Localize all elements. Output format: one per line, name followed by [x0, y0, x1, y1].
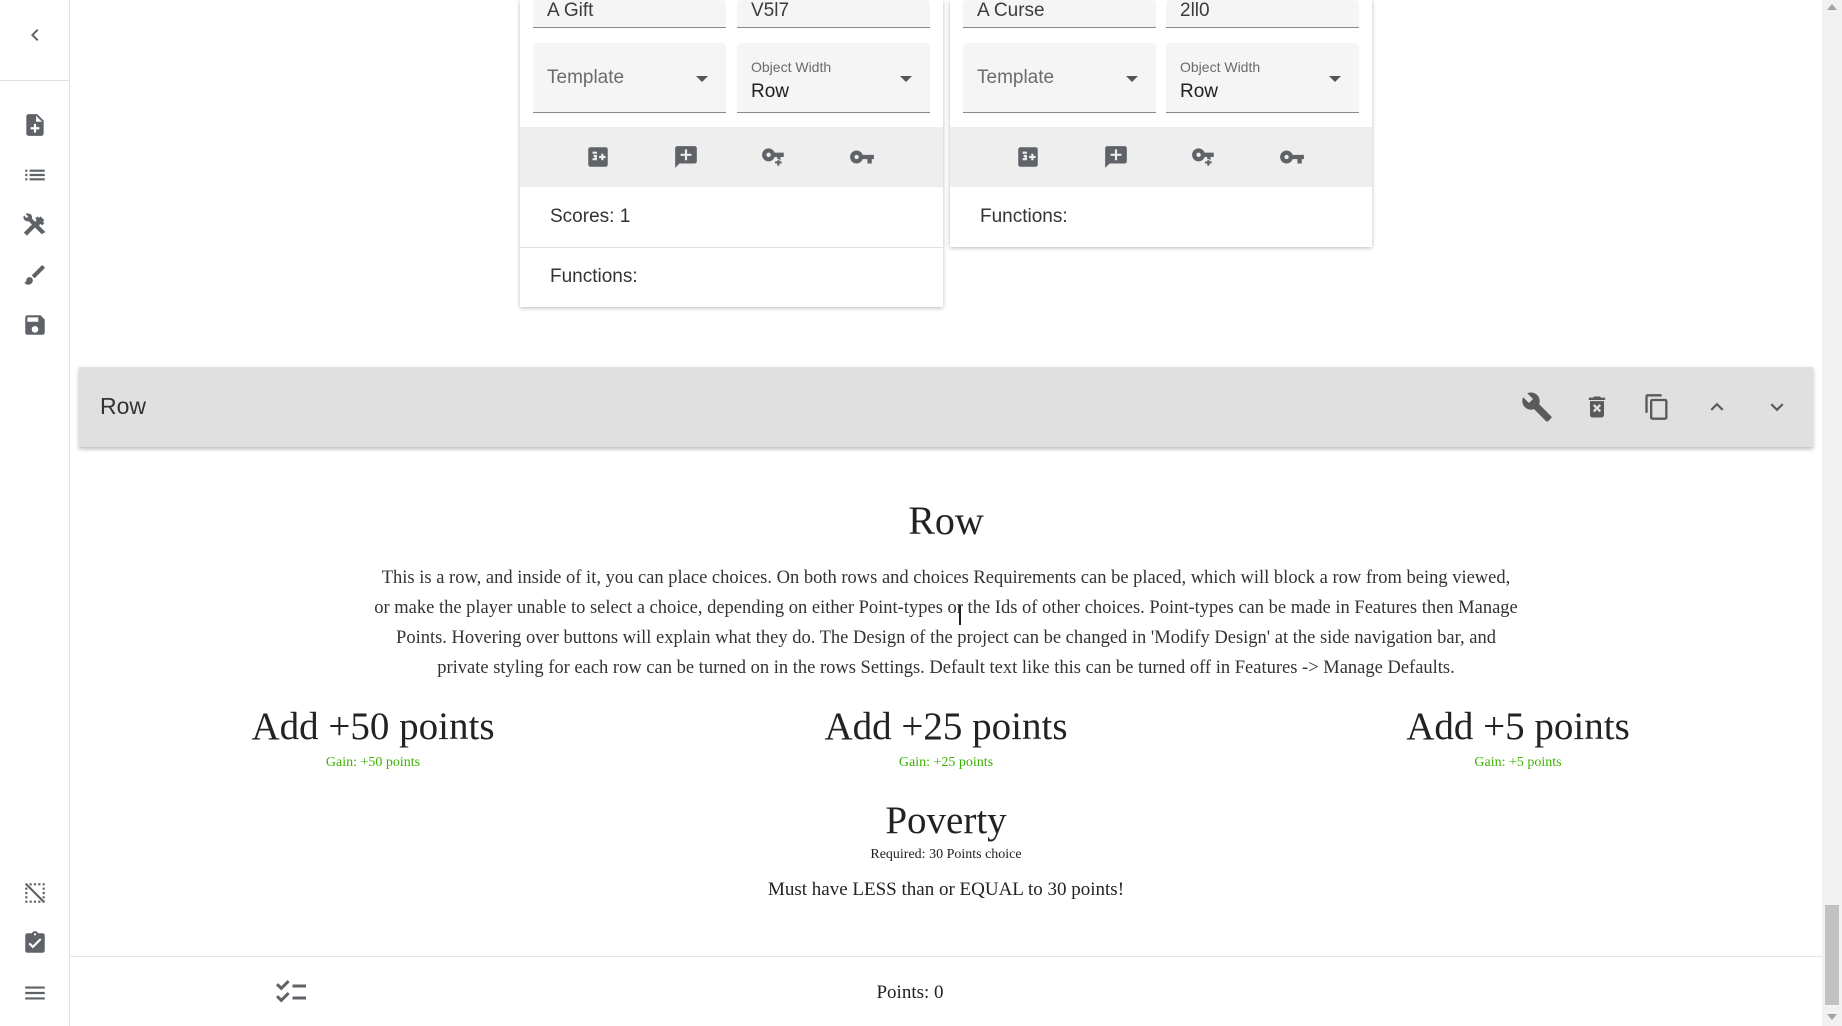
key-icon[interactable] [1275, 140, 1309, 174]
scores-summary: Scores: 1 [550, 206, 631, 227]
choice-gain: Gain: +50 points [325, 755, 421, 770]
choice-toolbar [520, 127, 943, 187]
clipboard-icon[interactable] [17, 925, 53, 961]
save-icon[interactable] [17, 307, 53, 343]
add-key-icon[interactable] [1187, 140, 1221, 174]
choice-poverty[interactable]: Poverty Required: 30 Points choice Must … [686, 798, 1206, 901]
scroll-down-arrow[interactable] [1827, 1014, 1837, 1020]
choice-title: Add +25 points [824, 705, 1068, 748]
row-description: This is a row, and inside of it, you can… [0, 563, 1842, 683]
template-select[interactable]: Template [963, 43, 1156, 113]
add-score-icon[interactable] [1011, 140, 1045, 174]
choice-requirement: Required: 30 Points choice [870, 847, 1022, 862]
row-heading: Row [908, 498, 984, 543]
row-description-line: private styling for each row can be turn… [437, 658, 1455, 678]
points-counter: Points: 0 [876, 982, 944, 1003]
tools-icon[interactable] [17, 207, 53, 243]
add-comment-icon[interactable] [1099, 140, 1133, 174]
dropdown-arrow-icon [696, 76, 708, 82]
row-description-line: This is a row, and inside of it, you can… [381, 568, 1511, 588]
sidebar-divider [0, 80, 70, 81]
choice-title-value: A Gift [547, 0, 594, 21]
template-placeholder: Template [547, 67, 625, 88]
row-header-bar: Row [79, 367, 1813, 447]
grid-off-icon[interactable] [17, 875, 53, 911]
chevron-down-icon[interactable] [1758, 388, 1796, 426]
delete-icon[interactable] [1578, 388, 1616, 426]
object-width-select[interactable]: Object Width Row [737, 43, 930, 113]
add-score-icon[interactable] [581, 140, 615, 174]
object-width-value: Row [751, 81, 790, 102]
points-bar: Points: 0 [70, 956, 1822, 1026]
choice-title-value: A Curse [977, 0, 1045, 21]
choice-id-field[interactable]: V5l7 [737, 0, 930, 28]
choice-title-field[interactable]: A Gift [533, 0, 726, 28]
choice-title: Poverty [885, 799, 1007, 842]
copy-icon[interactable] [1638, 388, 1676, 426]
choice-id-value: 2ll0 [1180, 0, 1210, 21]
row-description-line: or make the player unable to select a ch… [374, 598, 1518, 618]
choice-add-50[interactable]: Add +50 points Gain: +50 points [113, 704, 633, 771]
choice-id-value: V5l7 [751, 0, 790, 21]
add-comment-icon[interactable] [669, 140, 703, 174]
choice-add-25[interactable]: Add +25 points Gain: +25 points [686, 704, 1206, 771]
chevron-left-icon[interactable] [17, 17, 53, 53]
chevron-up-icon[interactable] [1698, 388, 1736, 426]
dropdown-arrow-icon [1126, 76, 1138, 82]
template-placeholder: Template [977, 67, 1055, 88]
key-icon[interactable] [845, 140, 879, 174]
choice-card-curse: A Curse 2ll0 Template Object Width Row F… [950, 0, 1372, 247]
choice-gain: Gain: +25 points [898, 755, 994, 770]
wrench-icon[interactable] [1518, 388, 1556, 426]
choice-text: Must have LESS than or EQUAL to 30 point… [767, 879, 1125, 900]
choice-card-gift: A Gift V5l7 Template Object Width Row Sc… [520, 0, 943, 307]
object-width-label: Object Width [1180, 59, 1261, 75]
choice-gain: Gain: +5 points [1474, 755, 1562, 770]
scroll-up-arrow[interactable] [1827, 4, 1837, 10]
scrollbar-thumb[interactable] [1825, 905, 1839, 1005]
row-bar-title: Row [100, 393, 147, 419]
add-key-icon[interactable] [757, 140, 791, 174]
choice-title: Add +5 points [1406, 705, 1630, 748]
scrollbar[interactable] [1822, 0, 1842, 1026]
object-width-value: Row [1180, 81, 1219, 102]
choice-toolbar [950, 127, 1372, 187]
note-add-icon[interactable] [17, 107, 53, 143]
dropdown-arrow-icon [900, 76, 912, 82]
menu-icon[interactable] [17, 975, 53, 1011]
template-select[interactable]: Template [533, 43, 726, 113]
row-description-line: Points. Hovering over buttons will expla… [396, 628, 1496, 648]
text-cursor [959, 605, 961, 625]
object-width-label: Object Width [751, 59, 832, 75]
list-icon[interactable] [17, 157, 53, 193]
choice-title: Add +50 points [251, 705, 495, 748]
choice-id-field[interactable]: 2ll0 [1166, 0, 1359, 28]
functions-summary: Functions: [980, 206, 1068, 227]
choice-add-5[interactable]: Add +5 points Gain: +5 points [1258, 704, 1778, 771]
object-width-select[interactable]: Object Width Row [1166, 43, 1359, 113]
dropdown-arrow-icon [1329, 76, 1341, 82]
brush-icon[interactable] [17, 257, 53, 293]
choice-title-field[interactable]: A Curse [963, 0, 1156, 28]
functions-summary: Functions: [550, 266, 638, 287]
